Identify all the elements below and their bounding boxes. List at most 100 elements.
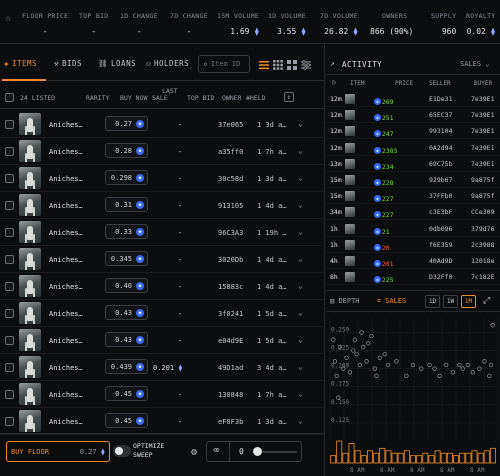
table-row[interactable]: Aniches… 0.31 ◆ - 913105 1 4d a… ⌄ (0, 192, 325, 219)
table-row[interactable]: Aniches… 0.28 ◆ - a35ff0 1 7h a… ⌄ (0, 138, 325, 165)
table-row[interactable]: Aniches… 0.298 ◆ - 30c58d 1 3d a… ⌄ (0, 165, 325, 192)
chevron-down-icon[interactable]: ⌄ (298, 362, 303, 371)
activity-row[interactable]: 4h 0.201 ◆ 40Ad9D 12018e (326, 253, 500, 269)
seller-address[interactable]: 0db096 (429, 225, 452, 233)
buyer-address[interactable]: CCe309 (471, 208, 494, 216)
activity-row[interactable]: 1h 0.20 ◆ f6E359 2c3988 (326, 237, 500, 253)
row-checkbox[interactable] (5, 282, 14, 291)
row-checkbox[interactable] (5, 363, 14, 372)
item-name[interactable]: Aniches… (49, 202, 83, 210)
col-buy-now[interactable]: BUY NOW (120, 94, 147, 102)
item-name[interactable]: Aniches… (49, 148, 83, 156)
item-name[interactable]: Aniches… (49, 121, 83, 129)
tab-loans[interactable]: ⛓ LOANS (98, 59, 136, 68)
activity-row[interactable]: 1h 0.21 ◆ 0db096 379d76 (326, 221, 500, 237)
tab-sales[interactable]: ⌗ SALES (377, 297, 406, 306)
row-checkbox[interactable] (5, 174, 14, 183)
chevron-down-icon[interactable]: ⌄ (298, 119, 303, 128)
item-thumbnail[interactable] (345, 223, 355, 234)
item-name[interactable]: Aniches… (49, 229, 83, 237)
table-row[interactable]: Aniches… 0.345 ◆ - 3020Db 1 4d a… ⌄ (0, 246, 325, 273)
table-row[interactable]: Aniches… 0.43 ◆ - 3f0241 1 5d a… ⌄ (0, 300, 325, 327)
item-name[interactable]: Aniches… (49, 283, 83, 291)
item-thumbnail[interactable] (345, 191, 355, 202)
item-thumbnail[interactable] (19, 113, 41, 135)
row-checkbox[interactable] (5, 228, 14, 237)
buyer-address[interactable]: 9a875f (471, 176, 494, 184)
item-thumbnail[interactable] (19, 329, 41, 351)
tab-depth[interactable]: ▥ DEPTH (330, 297, 360, 305)
item-name[interactable]: Aniches… (49, 256, 83, 264)
item-thumbnail[interactable] (345, 175, 355, 185)
grid-small-view-icon[interactable] (273, 60, 283, 70)
col-last-sale-line2[interactable]: SALE (152, 94, 168, 102)
optimize-sweep-toggle[interactable] (113, 445, 131, 457)
row-checkbox[interactable] (5, 336, 14, 345)
broom-icon[interactable]: ⌫ (213, 446, 218, 456)
owner-address[interactable]: eF0F3b (218, 418, 243, 426)
owner-address[interactable]: 3020Db (218, 256, 243, 264)
chevron-down-icon[interactable]: ⌄ (298, 416, 303, 425)
activity-filter-dropdown[interactable]: SALES ⌄ (460, 60, 490, 68)
buyer-address[interactable]: 7e39E1 (471, 95, 494, 103)
table-row[interactable]: Aniches… 0.33 ◆ - 96C3A3 1 19h … ⌄ (0, 219, 325, 246)
buy-now-price[interactable]: 0.43 ◆ (105, 332, 148, 347)
item-name[interactable]: Aniches… (49, 337, 83, 345)
item-thumbnail[interactable] (19, 248, 41, 270)
buy-now-price[interactable]: 0.31 ◆ (105, 197, 148, 212)
item-name[interactable]: Aniches… (49, 175, 83, 183)
activity-row[interactable]: 12m 0.2385 ◆ 0A2d94 7e39E1 (326, 140, 500, 156)
activity-row[interactable]: 34m 0.227 ◆ c3E3bF CCe309 (326, 204, 500, 221)
owner-address[interactable]: 96C3A3 (218, 229, 243, 237)
table-row[interactable]: Aniches… 0.27 ◆ - 37e065 1 3d a… ⌄ (0, 111, 325, 138)
activity-row[interactable]: 13m 0.234 ◆ 69C75b 7e39E1 (326, 156, 500, 172)
buy-now-price[interactable]: 0.33 ◆ (105, 224, 148, 239)
item-thumbnail[interactable] (345, 239, 355, 250)
buy-now-price[interactable]: 0.45 ◆ (105, 386, 148, 401)
item-id-input[interactable] (210, 60, 247, 68)
owner-address[interactable]: e04d9E (218, 337, 243, 345)
seller-address[interactable]: 929b67 (429, 176, 452, 184)
buyer-address[interactable]: 7e39E1 (471, 144, 494, 152)
buy-now-price[interactable]: 0.298 ◆ (105, 170, 148, 185)
owner-address[interactable]: 30c58d (218, 175, 243, 183)
item-thumbnail[interactable] (345, 272, 355, 283)
item-thumbnail[interactable] (345, 256, 355, 266)
item-search[interactable]: ⌕ (198, 55, 250, 73)
seller-address[interactable]: 993104 (429, 127, 452, 135)
fullscreen-icon[interactable]: ⤢ (483, 296, 490, 306)
select-all-checkbox[interactable] (5, 93, 14, 102)
item-thumbnail[interactable] (19, 302, 41, 324)
tab-items[interactable]: ◈ ITEMS (4, 59, 37, 68)
buyer-address[interactable]: 7e39E1 (471, 160, 494, 168)
chevron-down-icon[interactable]: ⌄ (298, 200, 303, 209)
item-name[interactable]: Aniches… (49, 364, 83, 372)
buy-now-price[interactable]: 0.45 ◆ (105, 413, 148, 428)
row-checkbox[interactable] (5, 201, 14, 210)
chevron-down-icon[interactable]: ⌄ (298, 389, 303, 398)
row-checkbox[interactable] (5, 309, 14, 318)
item-thumbnail[interactable] (345, 94, 355, 104)
row-checkbox[interactable] (5, 417, 14, 426)
row-checkbox[interactable] (5, 147, 14, 156)
item-thumbnail[interactable] (345, 126, 355, 137)
seller-address[interactable]: 0A2d94 (429, 144, 452, 152)
item-thumbnail[interactable] (19, 410, 41, 432)
buyer-address[interactable]: 2c3988 (471, 241, 494, 249)
chevron-down-icon[interactable]: ⌄ (298, 146, 303, 155)
activity-row[interactable]: 15m 0.228 ◆ 929b67 9a875f (326, 172, 500, 188)
owner-address[interactable]: 49D1ad (218, 364, 243, 372)
col-top-bid[interactable]: TOP BID (187, 94, 214, 102)
table-row[interactable]: Aniches… 0.40 ◆ - 15883c 1 4d a… ⌄ (0, 273, 325, 300)
item-thumbnail[interactable] (19, 221, 41, 243)
item-thumbnail[interactable] (345, 142, 355, 153)
owner-address[interactable]: a35ff0 (218, 148, 243, 156)
column-settings-icon[interactable]: ↕ (284, 92, 294, 102)
item-thumbnail[interactable] (345, 110, 355, 121)
sweep-slider-handle[interactable] (253, 447, 262, 456)
col-rarity[interactable]: RARITY (86, 94, 109, 102)
range-1m-button[interactable]: 1M (461, 295, 476, 308)
activity-row[interactable]: 12m 0.247 ◆ 993104 7e39E1 (326, 123, 500, 140)
buyer-address[interactable]: 379d76 (471, 225, 494, 233)
chevron-down-icon[interactable]: ⌄ (298, 254, 303, 263)
